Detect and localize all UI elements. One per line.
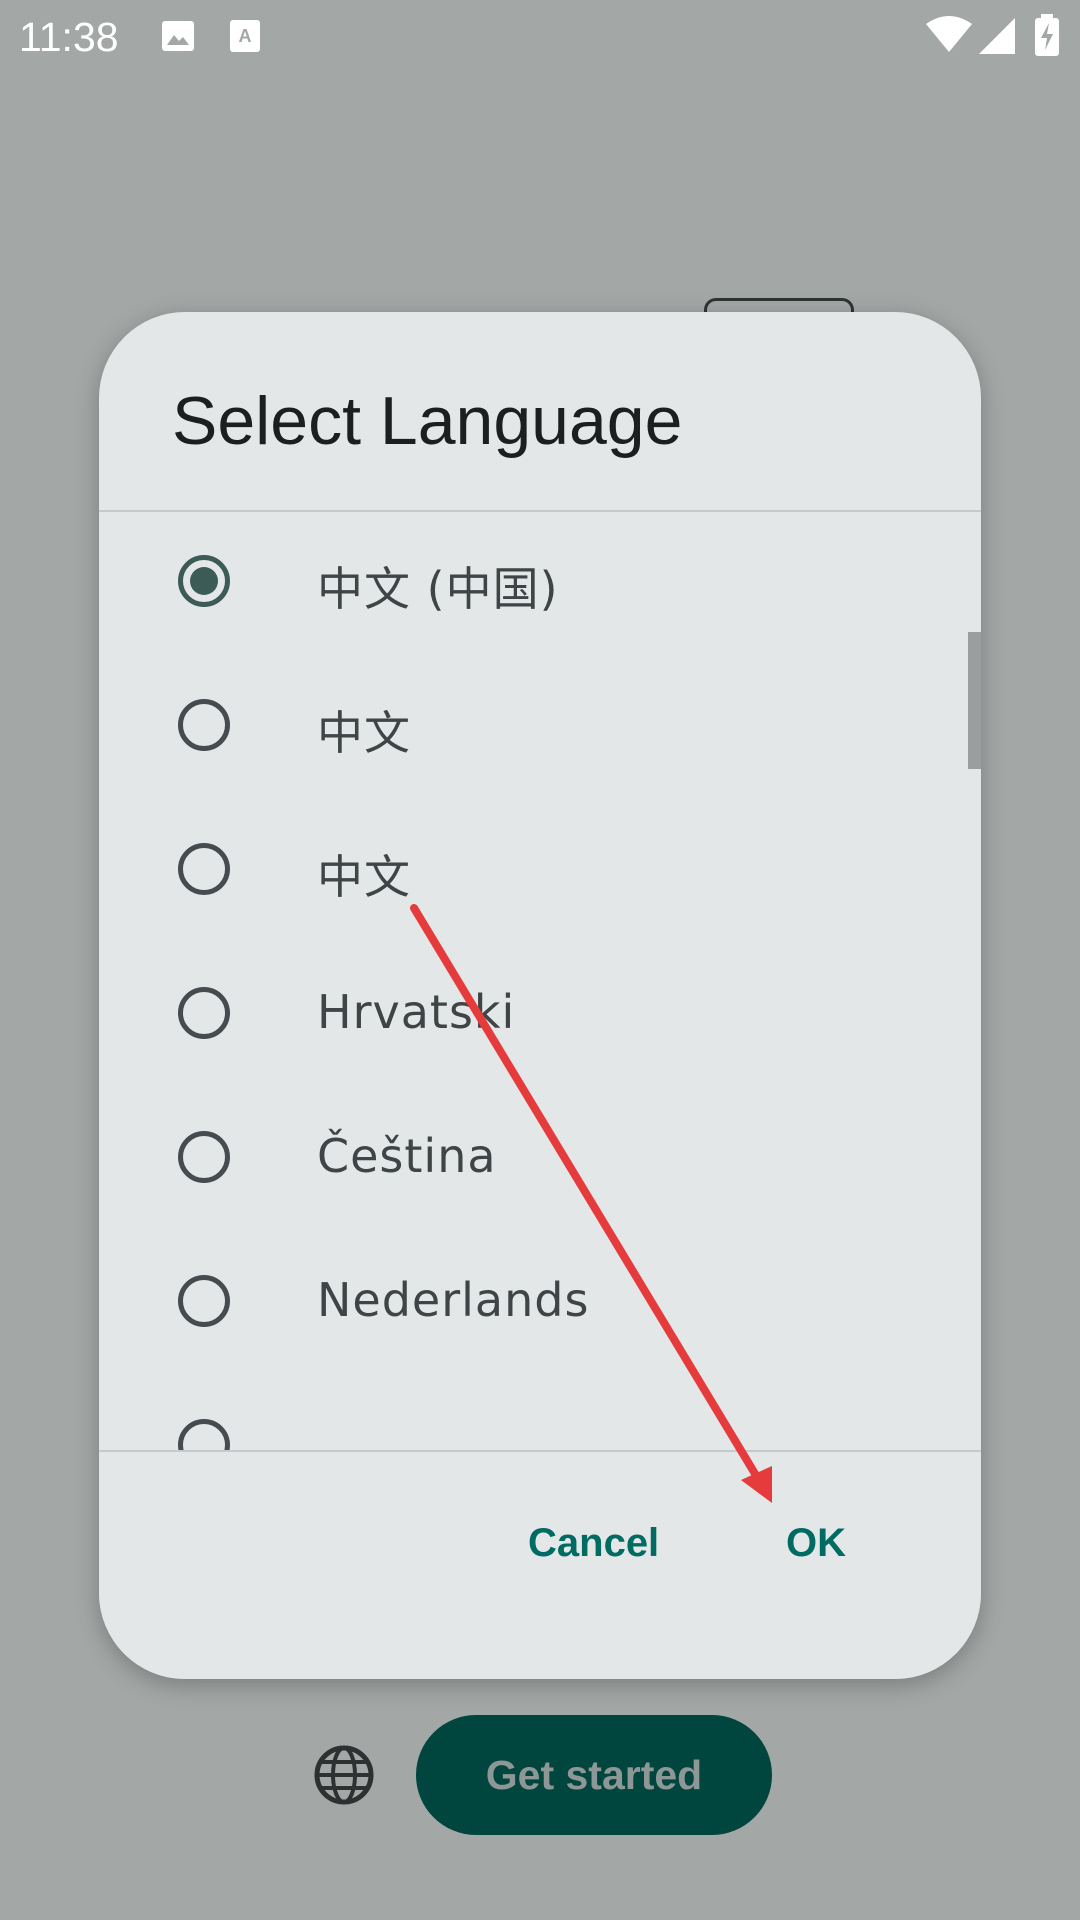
dialog-title: Select Language [172, 383, 683, 459]
cancel-button[interactable]: Cancel [528, 1521, 659, 1566]
radio-button[interactable] [178, 699, 230, 751]
font-download-icon: A [230, 20, 260, 52]
ok-button[interactable]: OK [786, 1521, 846, 1566]
get-started-button[interactable]: Get started [416, 1715, 772, 1835]
signal-icon [979, 18, 1015, 54]
language-option-zh[interactable]: 中文 [99, 657, 981, 801]
language-label: 中文 [317, 850, 411, 904]
status-time: 11:38 [19, 14, 119, 60]
language-option-zh-cn[interactable]: 中文 (中国) [99, 513, 981, 657]
language-option-hr[interactable]: Hrvatski [99, 945, 981, 1089]
select-language-dialog: Select Language 中文 (中国) 中文 中文 Hrvatski Č… [99, 312, 981, 1679]
wifi-icon [926, 16, 972, 52]
list-scrollbar[interactable] [968, 632, 981, 769]
language-option-zh-2[interactable]: 中文 [99, 801, 981, 945]
globe-icon[interactable] [313, 1744, 375, 1806]
language-label: 中文 [317, 706, 411, 760]
status-bar: 11:38 A [0, 0, 1080, 75]
language-option-cs[interactable]: Čeština [99, 1089, 981, 1233]
language-label: 中文 (中国) [317, 562, 559, 616]
radio-button[interactable] [178, 1131, 230, 1183]
radio-button[interactable] [178, 987, 230, 1039]
image-icon [162, 21, 194, 51]
title-divider [99, 510, 981, 512]
language-label: Hrvatski [317, 985, 516, 1039]
radio-button[interactable] [178, 1275, 230, 1327]
battery-charging-icon [1035, 14, 1059, 56]
language-label: Nederlands [317, 1273, 590, 1327]
language-label: Čeština [317, 1129, 497, 1183]
radio-button[interactable] [178, 843, 230, 895]
radio-button-selected[interactable] [178, 555, 230, 607]
svg-text:A: A [239, 26, 252, 46]
language-option-nl[interactable]: Nederlands [99, 1233, 981, 1377]
